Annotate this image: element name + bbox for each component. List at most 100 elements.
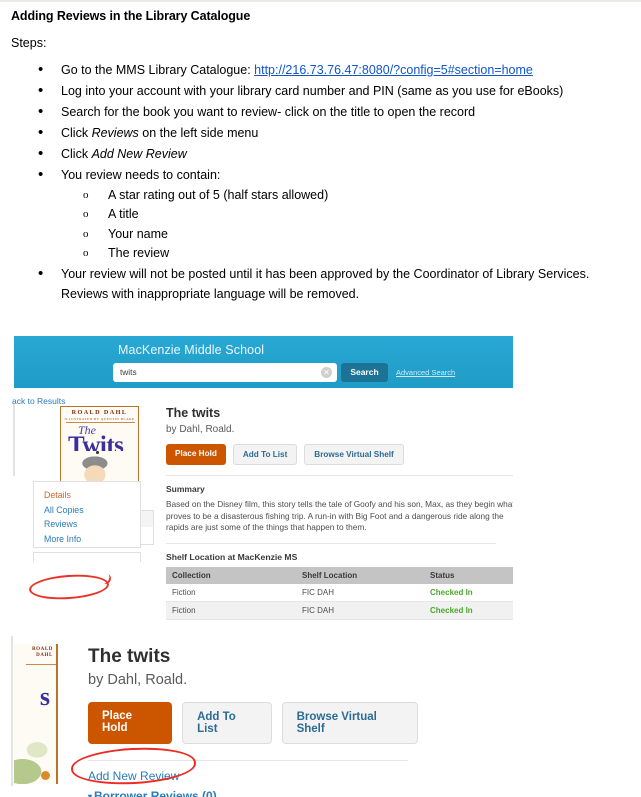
side-nav-lower-panel	[33, 552, 141, 562]
list-item: • Go to the MMS Library Catalogue: http:/…	[0, 61, 641, 81]
record-action-buttons: Place Hold Add To List Browse Virtual Sh…	[88, 702, 418, 744]
sidebar-item-all-copies[interactable]: All Copies	[44, 503, 140, 518]
advanced-search-link[interactable]: Advanced Search	[396, 368, 455, 377]
add-new-review-screenshot: ROALD DAHL s The twits by Dahl, Roald. P…	[0, 636, 430, 797]
record-detail-column: The twits by Dahl, Roald. Place Hold Add…	[166, 406, 513, 625]
browse-virtual-shelf-button[interactable]: Browse Virtual Shelf	[281, 702, 418, 744]
record-author: by Dahl, Roald.	[88, 672, 188, 688]
add-to-list-button[interactable]: Add To List	[182, 702, 272, 744]
shelf-location-heading: Shelf Location at MacKenzie MS	[166, 551, 298, 562]
bullet-text: Your review will not be posted until it …	[61, 267, 590, 301]
cell-shelf-location: FIC DAH	[296, 583, 424, 602]
sidebar-item-more-info[interactable]: More Info	[44, 532, 140, 547]
clear-icon[interactable]: ✕	[321, 367, 332, 378]
browse-virtual-shelf-button[interactable]: Browse Virtual Shelf	[304, 444, 404, 465]
status-badge: Checked In	[424, 619, 513, 625]
borrower-reviews-label: Borrower Reviews (0)	[94, 789, 217, 797]
left-rail-divider	[11, 636, 13, 786]
column-header-collection: Collection	[166, 566, 296, 584]
book-cover-image-cropped: ROALD DAHL s	[14, 644, 58, 784]
record-side-nav: Details All Copies Reviews More Info	[33, 481, 141, 548]
place-hold-button[interactable]: Place Hold	[88, 702, 173, 744]
list-item: o A title	[61, 205, 641, 225]
steps-list: • Go to the MMS Library Catalogue: http:/…	[0, 61, 641, 304]
search-button[interactable]: Search	[341, 363, 388, 382]
sidebar-item-details[interactable]: Details	[44, 488, 140, 503]
sub-bullet-text: A title	[108, 207, 139, 221]
sub-bullet-glyph: o	[83, 247, 89, 259]
back-to-results-link[interactable]: ack to Results	[12, 396, 65, 406]
catalogue-header: MacKenzie Middle School twits ✕ Search A…	[14, 336, 513, 388]
list-item: • Log into your account with your library…	[0, 82, 641, 102]
cover-title-fragment: s	[39, 682, 50, 711]
sub-bullet-text: The review	[108, 246, 170, 260]
list-item: • Click Reviews on the left side menu	[0, 124, 641, 144]
cell-collection: Fiction	[166, 583, 296, 602]
list-item: o The review	[61, 244, 641, 264]
divider	[166, 542, 496, 544]
bullet-text: Log into your account with your library …	[61, 84, 564, 98]
sub-bullet-text: A star rating out of 5 (half stars allow…	[108, 187, 329, 202]
table-row: Fiction FIC DAH Checked In	[166, 601, 513, 620]
cover-publisher-badge	[41, 771, 50, 780]
cover-rule	[66, 422, 135, 423]
sub-bullet-glyph: o	[83, 208, 89, 220]
bullet-glyph: •	[38, 82, 44, 99]
bullet-text: Go to the MMS Library Catalogue:	[61, 63, 255, 77]
cover-author-line: ROALD DAHL	[71, 409, 128, 416]
bullet-emphasis: Reviews	[91, 126, 139, 140]
document-body: Adding Reviews in the Library Catalogue …	[0, 2, 641, 306]
bullet-glyph: •	[38, 166, 44, 183]
record-author: by Dahl, Roald.	[166, 424, 235, 435]
bullet-text: Click	[61, 126, 92, 140]
shelf-location-table: Collection Shelf Location Status Fiction…	[166, 566, 513, 625]
add-to-list-button[interactable]: Add To List	[232, 444, 298, 465]
divider	[166, 475, 513, 476]
column-header-status: Status	[424, 566, 513, 584]
table-row: Fiction FIC DAH Checked In	[166, 619, 513, 625]
list-item: • Your review will not be posted until it…	[0, 265, 641, 304]
bullet-text: Search for the book you want to review- …	[61, 105, 476, 119]
list-item: o Your name	[61, 225, 641, 245]
cover-illustrator-line: ILLUSTRATED BY QUENTIN BLAKE	[64, 416, 135, 421]
borrower-reviews-section-toggle[interactable]: ▾ Borrower Reviews (0)	[88, 789, 418, 797]
bullet-glyph: •	[38, 124, 44, 141]
list-item: o A star rating out of 5 (half stars allo…	[61, 186, 641, 206]
cover-rule	[26, 664, 56, 665]
list-item: • You review needs to contain: o A star ra…	[0, 166, 641, 264]
bullet-glyph: •	[38, 61, 44, 78]
list-item: • Search for the book you want to review-…	[0, 103, 641, 123]
search-row: twits ✕ Search Advanced Search	[113, 363, 513, 382]
school-name: MacKenzie Middle School	[118, 343, 265, 357]
bullet-glyph: •	[38, 103, 44, 120]
review-requirements-list: o A star rating out of 5 (half stars allo…	[61, 186, 641, 264]
catalogue-url-link[interactable]: http://216.73.76.47:8080/?config=5#secti…	[254, 63, 533, 77]
sub-bullet-glyph: o	[83, 227, 89, 240]
steps-label: Steps:	[11, 36, 47, 50]
sub-bullet-text: Your name	[108, 226, 168, 241]
page-title: Adding Reviews in the Library Catalogue	[11, 9, 251, 23]
cell-shelf-location: FIC DAH	[296, 601, 424, 620]
cover-author-line: ROALD DAHL	[31, 647, 53, 658]
table-row: Fiction FIC DAH Checked In	[166, 583, 513, 602]
status-badge: Checked In	[424, 583, 513, 602]
search-input[interactable]: twits ✕	[113, 363, 337, 382]
sub-bullet-glyph: o	[83, 188, 89, 201]
cell-shelf-location: FIC DAH	[296, 619, 424, 625]
cell-collection: Fiction	[166, 619, 296, 625]
bullet-emphasis: Add New Review	[91, 147, 187, 161]
table-header-row: Collection Shelf Location Status	[166, 566, 513, 584]
summary-text: Based on the Disney film, this story tel…	[166, 499, 513, 532]
status-badge: Checked In	[424, 601, 513, 620]
place-hold-button[interactable]: Place Hold	[166, 444, 226, 465]
bullet-text: Click	[61, 147, 92, 161]
bullet-glyph: •	[38, 265, 44, 282]
left-rail-divider	[13, 404, 15, 476]
record-title: The twits	[166, 406, 221, 420]
summary-heading: Summary	[166, 484, 205, 494]
cell-collection: Fiction	[166, 601, 296, 620]
search-input-value: twits	[120, 367, 137, 377]
sidebar-item-reviews[interactable]: Reviews	[44, 517, 140, 532]
column-header-shelf-location: Shelf Location	[296, 566, 424, 584]
record-title: The twits	[88, 646, 171, 667]
